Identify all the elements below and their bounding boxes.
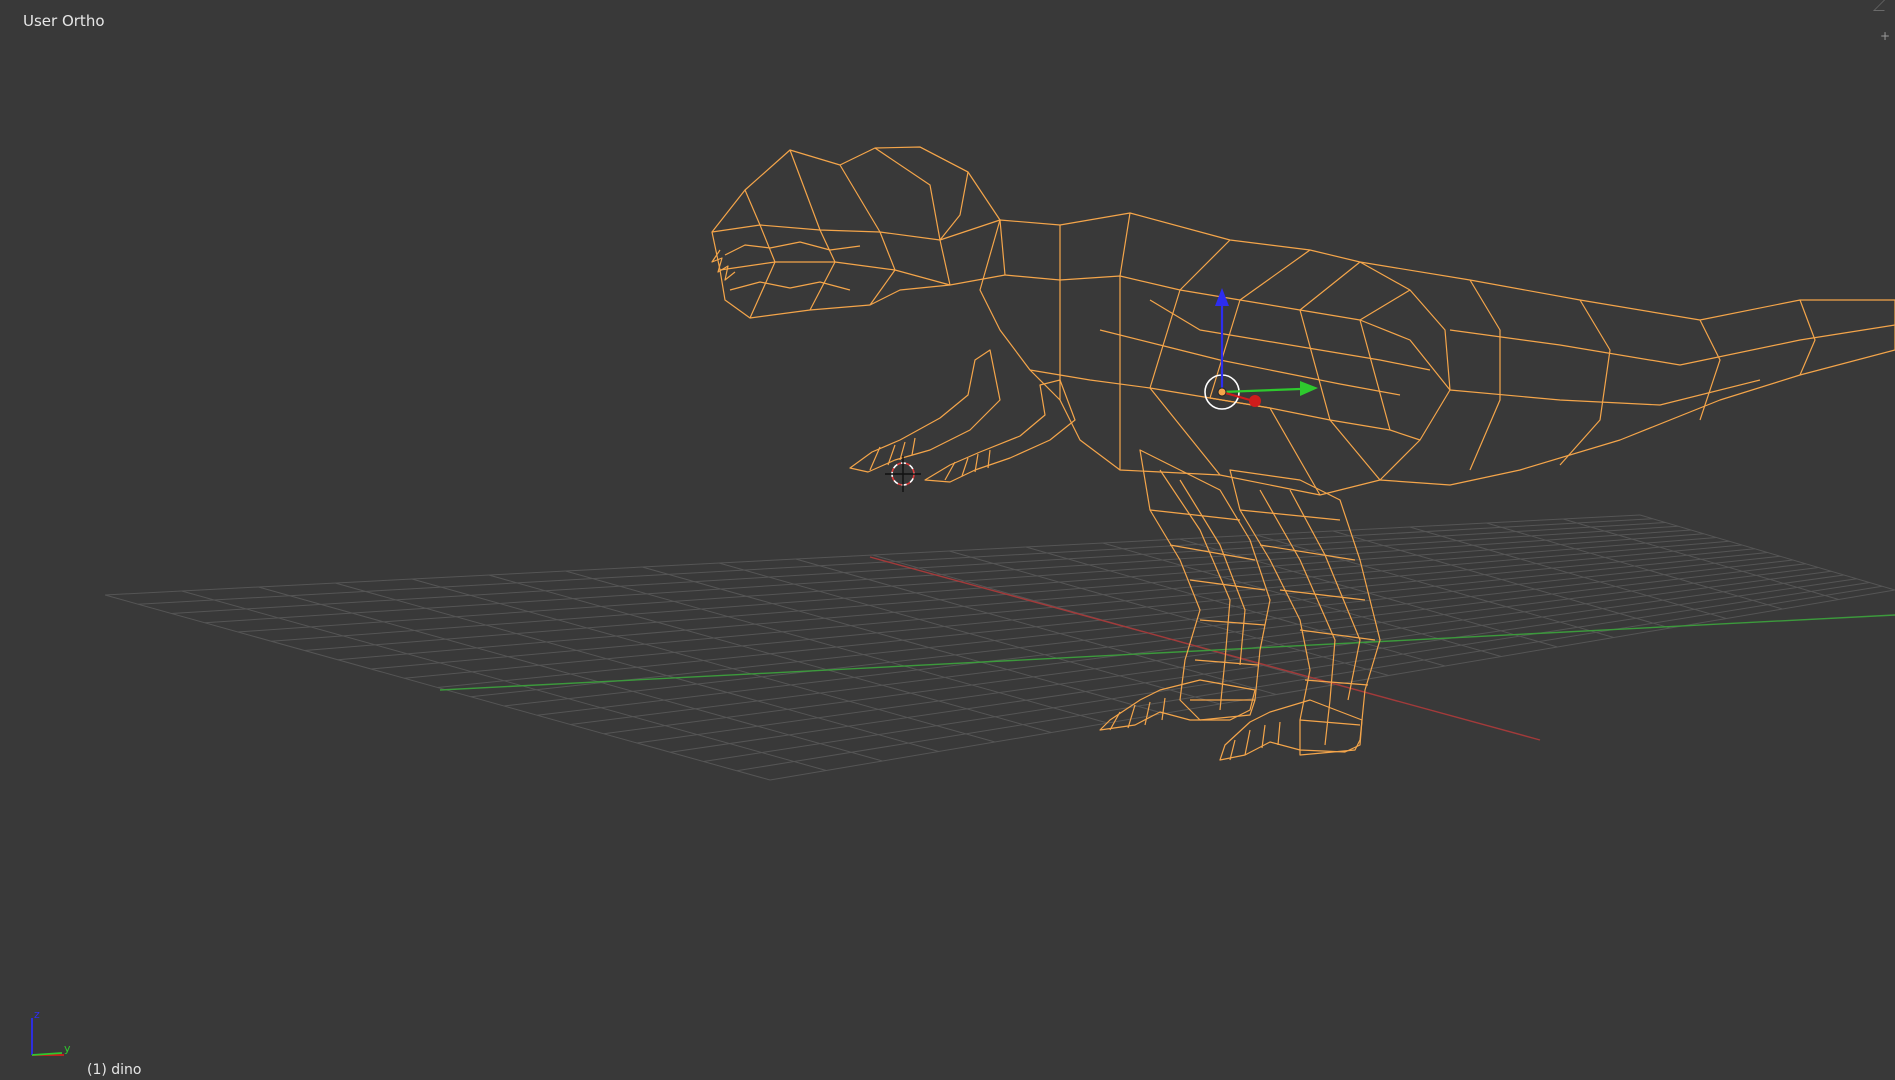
mesh-foot-left xyxy=(1099,679,1256,731)
axis-orientation-icon: z y xyxy=(31,1010,71,1056)
floor-grid xyxy=(104,514,1895,781)
scene[interactable] xyxy=(0,0,1895,1080)
object-info: (1) dino xyxy=(87,1062,142,1078)
grid-y-axis-line xyxy=(439,614,1895,691)
axis-z-label: z xyxy=(34,1010,40,1021)
mesh-arm-right xyxy=(924,379,1076,483)
area-split-icon[interactable]: + xyxy=(1879,30,1891,42)
mesh-tail xyxy=(1359,261,1895,486)
transform-gizmo-icon[interactable] xyxy=(1204,288,1318,410)
3d-viewport[interactable]: User Ortho + z y (1) dino xyxy=(0,0,1895,1080)
dino-mesh-wireframe[interactable] xyxy=(711,146,1895,761)
axis-y-label: y xyxy=(64,1042,71,1055)
